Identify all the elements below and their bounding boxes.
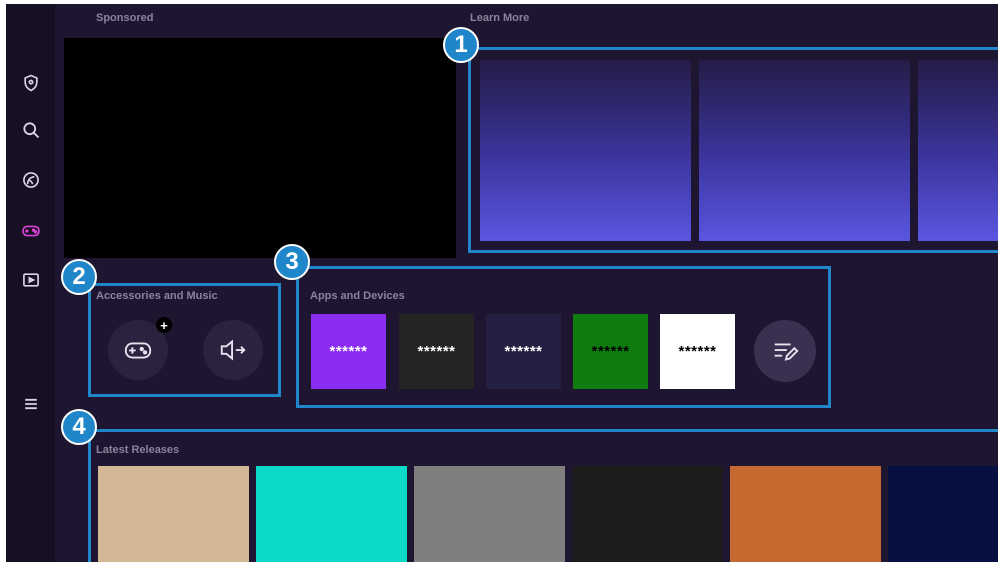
callout-frame-apps [296,266,831,408]
sidebar [6,4,55,562]
media-icon[interactable] [19,268,43,292]
callout-badge-2: 2 [61,259,97,295]
ambient-icon[interactable] [19,168,43,192]
shield-icon[interactable] [19,71,43,95]
menu-icon[interactable] [19,392,43,416]
gamepad-icon[interactable] [19,219,43,243]
callout-frame-latest-releases [88,429,998,562]
callout-badge-1: 1 [443,27,479,63]
sponsored-banner[interactable] [64,38,456,258]
callout-frame-learn-more [468,47,998,253]
callout-badge-4: 4 [61,409,97,445]
search-icon[interactable] [19,118,43,142]
callout-frame-accessories [88,283,281,397]
section-title-sponsored: Sponsored [96,12,154,24]
section-title-learn-more: Learn More [470,12,530,24]
callout-badge-3: 3 [274,244,310,280]
tv-gaming-hub-screen: Sponsored Learn More Accessories and Mus… [6,4,998,562]
